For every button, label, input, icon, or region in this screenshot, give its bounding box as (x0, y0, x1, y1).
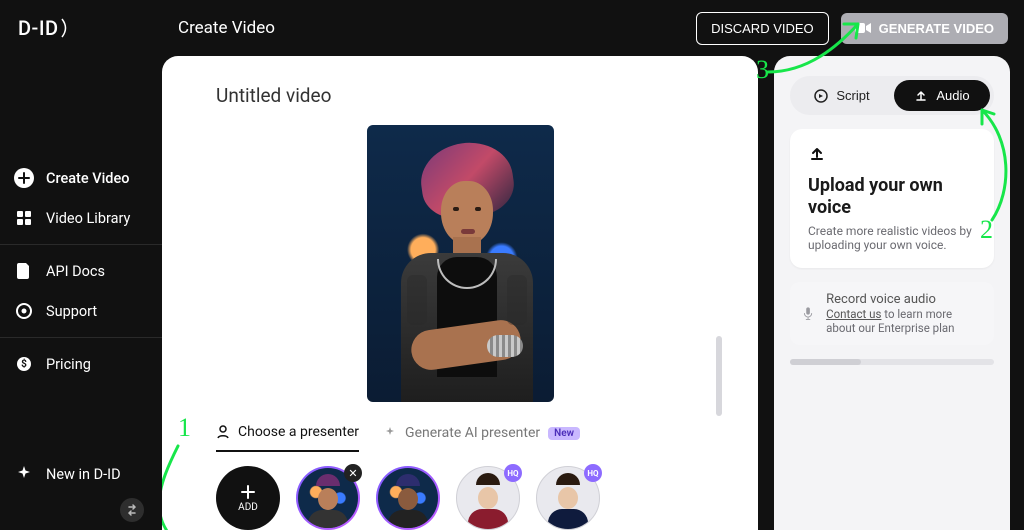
workspace: Untitled video Choose a presenter Genera… (162, 56, 1024, 530)
sidebar-item-create-video[interactable]: Create Video (0, 158, 162, 198)
sidebar-item-label: New in D-ID (46, 466, 121, 483)
presenter-option[interactable]: HQ (536, 466, 600, 530)
contact-us-link[interactable]: Contact us (826, 307, 881, 321)
presenter-preview[interactable] (367, 125, 554, 402)
tab-audio[interactable]: Audio (894, 80, 990, 111)
grid-icon (14, 208, 34, 228)
sidebar-divider (0, 337, 162, 338)
sidebar-item-label: Video Library (46, 210, 130, 227)
record-voice-card[interactable]: Record voice audio Contact us to learn m… (790, 282, 994, 345)
button-label: DISCARD VIDEO (711, 21, 814, 36)
lifebuoy-icon (14, 301, 34, 321)
upload-icon (808, 145, 826, 163)
tab-label: Generate AI presenter (405, 425, 540, 441)
button-label: GENERATE VIDEO (879, 21, 994, 36)
upload-desc: Create more realistic videos by uploadin… (808, 224, 976, 252)
arrow-swap-icon (126, 504, 138, 516)
record-text: Record voice audio Contact us to learn m… (826, 292, 982, 335)
upload-icon (914, 89, 928, 103)
side-panel: Script Audio Upload your own voice Creat… (774, 56, 1010, 530)
brand-text: D-ID (18, 16, 59, 40)
tab-choose-presenter[interactable]: Choose a presenter (216, 424, 359, 452)
sidebar-item-label: Pricing (46, 356, 91, 373)
upload-voice-card[interactable]: Upload your own voice Create more realis… (790, 129, 994, 268)
tab-generate-ai-presenter[interactable]: Generate AI presenter New (383, 424, 580, 452)
record-title: Record voice audio (826, 292, 982, 307)
document-icon (14, 261, 34, 281)
sidebar-item-new-in-did[interactable]: New in D-ID (0, 454, 162, 494)
tab-script[interactable]: Script (794, 80, 890, 111)
sparkle-icon (14, 464, 34, 484)
sidebar-bottom: New in D-ID (0, 454, 162, 530)
presenter-tabs: Choose a presenter Generate AI presenter… (216, 424, 704, 452)
plus-circle-icon (14, 168, 34, 188)
svg-text:$: $ (21, 357, 27, 370)
sidebar-divider (0, 244, 162, 245)
sidebar-item-api-docs[interactable]: API Docs (0, 251, 162, 291)
video-title[interactable]: Untitled video (216, 84, 704, 107)
tab-label: Choose a presenter (238, 424, 359, 440)
carousel-scrollbar[interactable] (716, 336, 722, 416)
main-area: Create Video DISCARD VIDEO GENERATE VIDE… (162, 0, 1024, 530)
microphone-icon (802, 302, 814, 326)
remove-presenter-icon[interactable]: ✕ (344, 464, 362, 482)
brand-bracket-icon (61, 17, 71, 39)
sparkle-icon (383, 426, 397, 440)
hq-badge: HQ (584, 464, 602, 482)
audio-progress (790, 359, 994, 365)
sidebar-item-video-library[interactable]: Video Library (0, 198, 162, 238)
presenter-carousel: ADD ✕ HQ HQ (216, 466, 704, 530)
sidebar-nav: Create Video Video Library API Docs Supp… (0, 158, 162, 384)
hq-badge: HQ (504, 464, 522, 482)
upload-title: Upload your own voice (808, 175, 976, 218)
sidebar-item-label: API Docs (46, 263, 105, 280)
collapse-sidebar-button[interactable] (120, 498, 144, 522)
generate-video-button[interactable]: GENERATE VIDEO (841, 13, 1008, 44)
plus-icon (240, 484, 256, 500)
add-presenter-button[interactable]: ADD (216, 466, 280, 530)
video-icon (855, 21, 871, 35)
sidebar-item-support[interactable]: Support (0, 291, 162, 331)
brand-logo: D-ID (0, 0, 162, 48)
canvas-card: Untitled video Choose a presenter Genera… (162, 56, 758, 530)
panel-segmented-tabs: Script Audio (790, 76, 994, 115)
presenter-option-selected[interactable]: ✕ (296, 466, 360, 530)
script-icon (814, 89, 828, 103)
topbar: Create Video DISCARD VIDEO GENERATE VIDE… (162, 0, 1024, 56)
presenter-option[interactable] (376, 466, 440, 530)
dollar-icon: $ (14, 354, 34, 374)
sidebar-item-label: Create Video (46, 170, 129, 187)
sidebar-item-pricing[interactable]: $ Pricing (0, 344, 162, 384)
page-title: Create Video (178, 18, 275, 38)
presenter-option[interactable]: HQ (456, 466, 520, 530)
tab-label: Audio (936, 88, 969, 103)
svg-text:1: 1 (178, 413, 191, 442)
add-label: ADD (238, 502, 258, 513)
discard-video-button[interactable]: DISCARD VIDEO (696, 12, 829, 45)
sidebar-item-label: Support (46, 303, 97, 320)
sidebar: D-ID Create Video Video Library API Docs (0, 0, 162, 530)
new-chip: New (548, 427, 580, 440)
tab-label: Script (836, 88, 869, 103)
person-icon (216, 425, 230, 439)
